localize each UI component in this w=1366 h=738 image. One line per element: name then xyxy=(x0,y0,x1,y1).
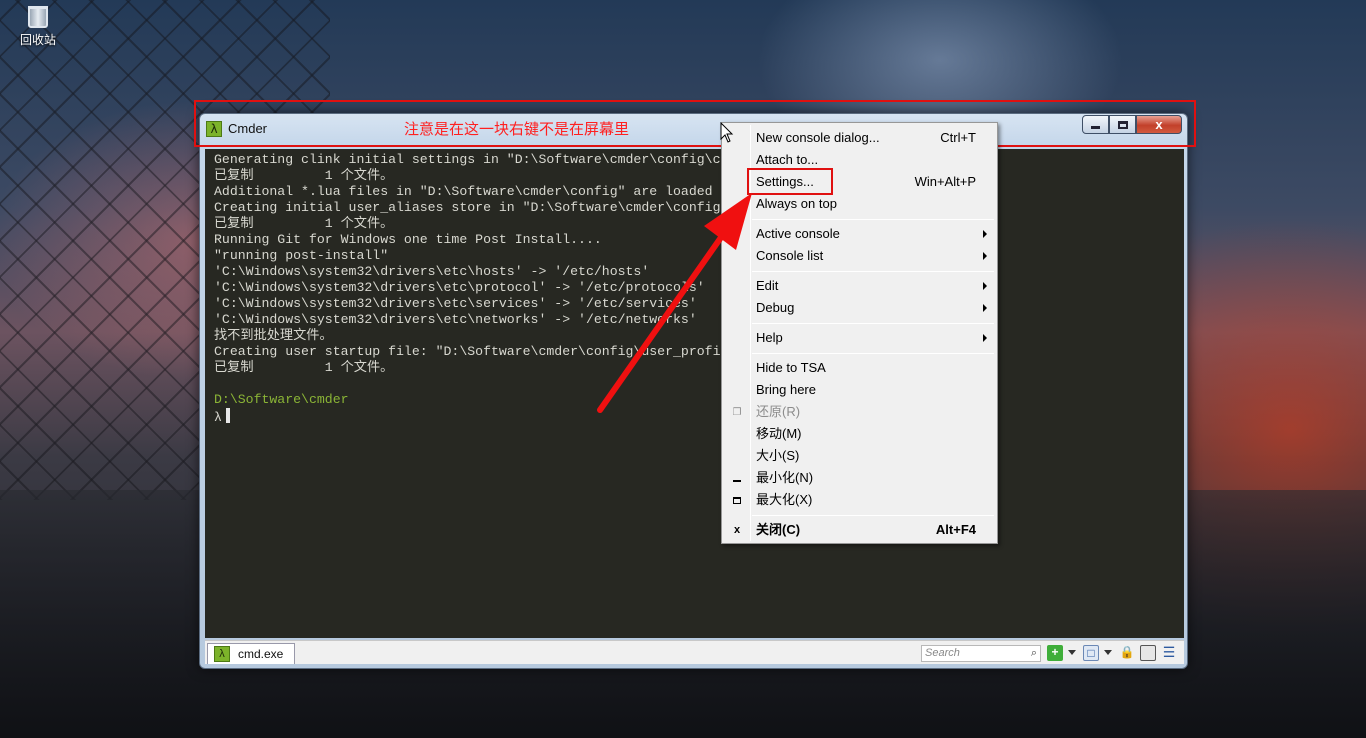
menu-item-label: 还原(R) xyxy=(756,404,801,419)
prompt-line: λ xyxy=(214,408,1184,426)
menu-item-hide-to-tsa[interactable]: Hide to TSA xyxy=(756,358,994,378)
fullscreen-icon[interactable] xyxy=(1140,645,1156,661)
menu-separator xyxy=(752,323,994,324)
menu-item-label: Bring here xyxy=(756,382,816,397)
recycle-bin-icon xyxy=(28,6,48,28)
menu-icon[interactable]: ☰ xyxy=(1161,645,1177,661)
menu-item-size[interactable]: 大小(S) xyxy=(756,446,994,466)
menu-item-new-console[interactable]: New console dialog... Ctrl+T xyxy=(756,128,994,148)
maximize-icon xyxy=(732,495,742,504)
search-icon: ⌕ xyxy=(1030,647,1037,659)
menu-item-label: New console dialog... xyxy=(756,130,880,145)
menu-item-shortcut: Win+Alt+P xyxy=(914,174,976,189)
console-line: Additional *.lua files in "D:\Software\c… xyxy=(214,184,713,199)
submenu-arrow-icon xyxy=(983,230,987,238)
menu-item-minimize[interactable]: 最小化(N) xyxy=(756,468,994,488)
console-line: 找不到批处理文件。 xyxy=(214,328,333,343)
submenu-arrow-icon xyxy=(983,282,987,290)
submenu-arrow-icon xyxy=(983,334,987,342)
annotation-note: 注意是在这一块右键不是在屏幕里 xyxy=(404,121,630,138)
split-view-icon[interactable]: □ xyxy=(1083,645,1099,661)
menu-item-shortcut: Ctrl+T xyxy=(940,130,976,145)
menu-item-label: 关闭(C) xyxy=(756,522,801,537)
menu-item-shortcut: Alt+F4 xyxy=(935,522,976,537)
cmder-window[interactable]: λ Cmder x Generating clink initial setti… xyxy=(199,113,1188,669)
menu-separator xyxy=(752,271,994,272)
annotation-settings-box xyxy=(747,168,833,195)
submenu-arrow-icon xyxy=(983,304,987,312)
tab-lambda-icon: λ xyxy=(214,646,230,662)
console-line: 'C:\Windows\system32\drivers\etc\service… xyxy=(214,296,697,311)
menu-separator xyxy=(752,219,994,220)
menu-item-label: Always on top xyxy=(756,196,837,211)
lock-icon[interactable]: 🔒 xyxy=(1119,645,1135,661)
menu-item-label: Attach to... xyxy=(756,152,819,167)
tab-label: cmd.exe xyxy=(238,647,284,661)
menu-item-label: 大小(S) xyxy=(756,448,800,463)
menu-item-restore: 还原(R) xyxy=(756,402,994,422)
menu-item-move[interactable]: 移动(M) xyxy=(756,424,994,444)
menu-item-label: Console list xyxy=(756,248,824,263)
console-line: Creating initial user_aliases store in "… xyxy=(214,200,721,215)
menu-item-label: Edit xyxy=(756,278,779,293)
restore-icon: ❐ xyxy=(732,407,742,418)
menu-separator xyxy=(752,515,994,516)
minimize-icon xyxy=(732,472,742,482)
console-tab[interactable]: λ cmd.exe xyxy=(207,643,295,664)
console-lines: Generating clink initial settings in "D:… xyxy=(214,152,1184,392)
prompt-path: D:\Software\cmder xyxy=(214,392,349,407)
new-console-dropdown-icon[interactable] xyxy=(1068,650,1076,655)
menu-item-always-on-top[interactable]: Always on top xyxy=(756,194,994,214)
console-line: "running post-install" xyxy=(214,248,389,263)
submenu-arrow-icon xyxy=(983,252,987,260)
console-line: 'C:\Windows\system32\drivers\etc\protoco… xyxy=(214,280,705,295)
console-line: Generating clink initial settings in "D:… xyxy=(214,152,721,167)
text-cursor xyxy=(225,408,230,423)
console-line: Running Git for Windows one time Post In… xyxy=(214,232,602,247)
console-line: 'C:\Windows\system32\drivers\etc\network… xyxy=(214,312,697,327)
close-icon: x xyxy=(733,524,741,536)
menu-item-attach[interactable]: Attach to... xyxy=(756,150,994,170)
menu-item-maximize[interactable]: 最大化(X) xyxy=(756,490,994,510)
console-line: Creating user startup file: "D:\Software… xyxy=(214,344,721,359)
search-placeholder: Search xyxy=(925,647,960,659)
menu-item-label: Help xyxy=(756,330,783,345)
menu-item-edit[interactable]: Edit xyxy=(756,276,994,296)
menu-item-close[interactable]: 关闭(C) Alt+F4 xyxy=(756,520,994,540)
mouse-pointer-icon xyxy=(720,122,734,143)
console-line: 已复制 1 个文件。 xyxy=(214,216,394,231)
search-input[interactable]: Search ⌕ xyxy=(921,645,1041,662)
console-line: 已复制 1 个文件。 xyxy=(214,360,394,375)
recycle-bin[interactable]: 回收站 xyxy=(14,4,62,48)
split-view-dropdown-icon[interactable] xyxy=(1104,650,1112,655)
new-console-plus-icon[interactable]: + xyxy=(1047,645,1063,661)
prompt-symbol: λ xyxy=(214,410,222,425)
menu-item-active-console[interactable]: Active console xyxy=(756,224,994,244)
console-line: 已复制 1 个文件。 xyxy=(214,168,394,183)
menu-item-label: Debug xyxy=(756,300,795,315)
menu-item-label: 最小化(N) xyxy=(756,470,814,485)
menu-item-label: Active console xyxy=(756,226,840,241)
console-output[interactable]: Generating clink initial settings in "D:… xyxy=(205,149,1184,638)
menu-item-label: Hide to TSA xyxy=(756,360,826,375)
menu-item-console-list[interactable]: Console list xyxy=(756,246,994,266)
menu-item-label: 最大化(X) xyxy=(756,492,813,507)
menu-item-label: 移动(M) xyxy=(756,426,802,441)
menu-item-bring-here[interactable]: Bring here xyxy=(756,380,994,400)
status-bar: λ cmd.exe Search ⌕ + □ 🔒 ☰ xyxy=(205,640,1184,664)
menu-separator xyxy=(752,353,994,354)
menu-item-help[interactable]: Help xyxy=(756,328,994,348)
console-line: 'C:\Windows\system32\drivers\etc\hosts' … xyxy=(214,264,650,279)
recycle-bin-label: 回收站 xyxy=(19,33,56,47)
annotation-titlebar-box xyxy=(194,100,1196,147)
menu-item-debug[interactable]: Debug xyxy=(756,298,994,318)
